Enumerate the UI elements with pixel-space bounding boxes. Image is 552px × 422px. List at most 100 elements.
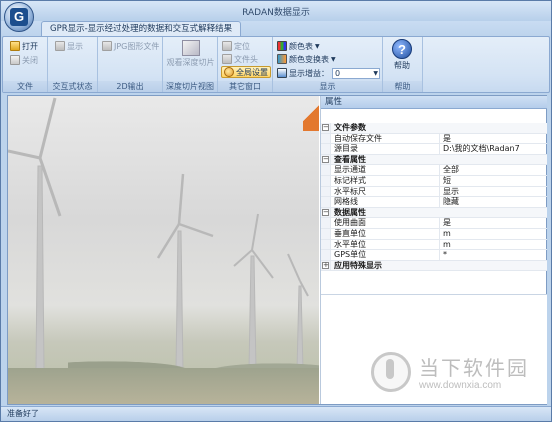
property-key: 水平标尺 [334,186,366,196]
property-key: 水平单位 [334,239,366,249]
watermark: 当下软件园 www.downxia.com [361,346,551,404]
property-category[interactable]: − 查看属性 [321,154,547,166]
view-depth-label: 观看深度切片 [166,58,215,67]
file-header-label: 文件头 [234,54,258,64]
watermark-title: 当下软件园 [419,358,529,380]
property-key: 自动保存文件 [334,133,382,143]
property-value[interactable]: 全部 [439,165,545,176]
row-gutter [321,239,331,250]
global-settings-button[interactable]: 全局设置 [221,66,271,78]
property-row[interactable]: 源目录 D:\我的文档\Radan7 [321,144,547,155]
color-transform-dropdown[interactable]: 颜色变换表 ▼ [277,53,336,65]
property-row[interactable]: 标记样式 短 [321,175,547,187]
collapse-icon[interactable]: − [322,124,329,131]
chevron-down-icon: ▼ [373,69,378,77]
group-other-windows: 定位 文件头 全局设置 其它窗口 [218,37,273,92]
property-row[interactable]: GPS单位 * [321,250,547,261]
group-help: ? 帮助 帮助 [383,37,423,92]
jpg-label: JPG图形文件 [114,41,160,51]
open-button[interactable]: 打开 [10,40,38,52]
property-value[interactable]: m [439,228,545,239]
property-row[interactable]: 水平单位 m [321,239,547,251]
properties-panel-header: 属性 [321,96,547,109]
category-name: 数据属性 [334,207,366,217]
expand-icon[interactable]: + [322,261,329,269]
property-value[interactable]: * [439,250,545,261]
group-2d-output-label: 2D输出 [98,81,162,92]
show-label: 显示 [67,41,83,51]
downxia-logo-icon [371,352,411,392]
property-row[interactable]: 网格线 隐藏 [321,197,547,208]
group-display-label: 显示 [273,81,382,92]
property-row[interactable]: 使用曲面 是 [321,218,547,229]
property-value[interactable]: 短 [439,175,545,186]
gain-label: 显示增益： [289,68,329,78]
collapse-icon[interactable]: − [322,208,329,216]
locate-label: 定位 [234,41,250,51]
property-value[interactable]: 是 [439,133,545,144]
property-value[interactable]: 隐藏 [439,197,545,208]
row-gutter [321,165,331,175]
category-gutter: + [321,260,331,271]
property-category[interactable]: − 文件参数 [321,123,547,134]
group-help-label: 帮助 [383,81,422,92]
category-name: 应用特殊显示 [334,260,382,270]
property-value[interactable]: 显示 [439,186,545,197]
globe-settings-icon [224,67,234,77]
row-gutter [321,218,331,228]
row-gutter [321,175,331,186]
property-value[interactable]: 是 [439,218,545,229]
show-interactive-button[interactable]: 显示 [55,40,83,52]
property-category[interactable]: + 应用特殊显示 [321,260,547,272]
category-name: 文件参数 [334,123,366,132]
open-folder-icon [10,41,20,51]
watermark-url: www.downxia.com [419,380,502,391]
file-header-icon [222,54,232,64]
row-gutter [321,197,331,207]
locate-button[interactable]: 定位 [222,40,250,52]
row-gutter [321,250,331,260]
dropdown-arrow-icon: ▼ [331,55,336,63]
ribbon-tab-gpr-display[interactable]: GPR显示-显示经过处理的数据和交互式解释结果 [41,21,242,37]
property-row[interactable]: 显示通道 全部 [321,165,547,176]
help-button[interactable]: ? 帮助 [387,39,417,71]
property-row[interactable]: 垂直单位 m [321,228,547,240]
close-file-icon [10,55,20,65]
help-label: 帮助 [394,61,410,70]
category-gutter: − [321,123,331,133]
gain-combobox[interactable]: 0 ▼ [332,67,380,79]
color-transform-icon [277,54,287,64]
property-category[interactable]: − 数据属性 [321,207,547,219]
gain-value: 0 [335,68,341,78]
jpg-export-button[interactable]: JPG图形文件 [102,40,159,52]
app-window: RADAN数据显示 G GPR显示-显示经过处理的数据和交互式解释结果 打开 关… [0,0,552,422]
collapse-icon[interactable]: − [322,155,329,163]
row-gutter [321,228,331,239]
property-value[interactable]: m [439,239,545,250]
row-gutter [321,133,331,144]
ground [8,368,319,404]
property-row[interactable]: 自动保存文件 是 [321,133,547,145]
close-button[interactable]: 关闭 [10,54,38,66]
group-interactive: 显示 交互式状态 [48,37,98,92]
row-gutter [321,186,331,197]
gain-icon [277,68,287,78]
property-grid: − 文件参数 自动保存文件是源目录 D:\我的文档\Radan7− 查看属性 显示通道 全部… [321,123,547,272]
cube-icon [181,40,200,56]
property-row[interactable]: 水平标尺 显示 [321,186,547,198]
ribbon: 打开 关闭 文件 显示 交互式状态 JPG图形文件 2D输出 观看深度切片 深度… [2,36,550,93]
category-name: 查看属性 [334,154,366,164]
color-table-dropdown[interactable]: 颜色表 ▼ [277,40,320,52]
display-icon [55,41,65,51]
group-depth-slice: 观看深度切片 深度切片视图 [163,37,218,92]
property-value[interactable]: D:\我的文档\Radan7 [439,144,545,155]
help-icon: ? [392,39,412,59]
window-title: RADAN数据显示 [242,8,310,18]
color-transform-label: 颜色变换表 [289,54,329,64]
title-bar: RADAN数据显示 [1,1,551,21]
file-header-button[interactable]: 文件头 [222,53,258,65]
dropdown-arrow-icon: ▼ [315,42,320,50]
property-key: 显示通道 [334,165,366,175]
application-menu-button[interactable]: G [4,2,34,32]
view-depth-slice-button[interactable]: 观看深度切片 [166,40,215,72]
